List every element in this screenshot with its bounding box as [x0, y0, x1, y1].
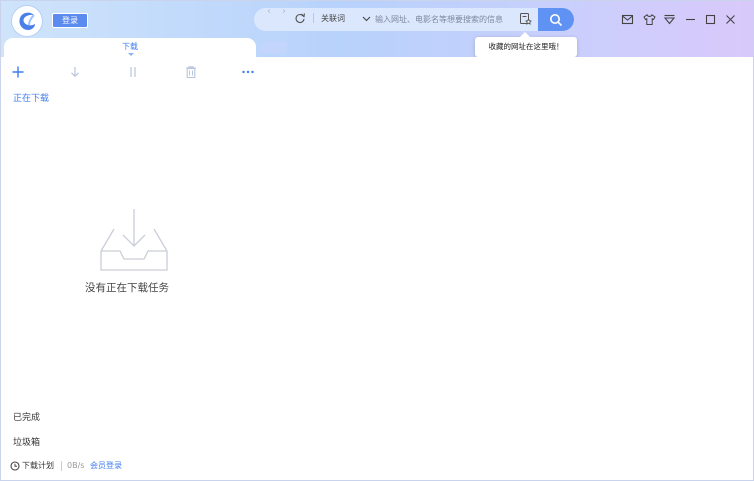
empty-message: 没有正在下载任务 — [85, 282, 169, 294]
address-divider — [313, 13, 314, 23]
maximize-icon[interactable] — [704, 13, 717, 26]
sidebar-item-completed[interactable]: 已完成 — [13, 410, 40, 423]
forward-icon[interactable]: › — [279, 6, 289, 18]
tab-indicator — [128, 53, 134, 56]
mail-icon[interactable] — [621, 13, 634, 26]
download-plan-link[interactable]: 下载计划 — [22, 460, 54, 472]
favorites-icon[interactable] — [519, 12, 532, 25]
download-speed: 0B/s — [67, 461, 85, 470]
refresh-icon[interactable] — [294, 12, 306, 24]
login-button[interactable]: 登录 — [52, 13, 88, 28]
empty-tray-icon — [100, 209, 168, 271]
keyword-type-select[interactable]: 关联词 — [321, 13, 345, 25]
title-bar: 登录 ‹ › 关联词 输入网址、电影名等想要搜索的信息 下载 — [1, 1, 753, 58]
sidebar-item-downloading[interactable]: 正在下载 — [13, 91, 49, 104]
search-button[interactable] — [538, 8, 574, 31]
chevron-down-icon[interactable] — [362, 14, 371, 23]
delete-icon[interactable] — [183, 64, 199, 80]
sidebar-item-trash[interactable]: 垃圾箱 — [13, 435, 40, 448]
search-input[interactable] — [375, 12, 515, 26]
add-icon[interactable] — [10, 64, 26, 80]
tab-download-label: 下载 — [122, 42, 138, 51]
menu-icon[interactable] — [663, 13, 676, 26]
app-logo-icon[interactable] — [12, 6, 42, 36]
new-tab-button[interactable] — [259, 41, 289, 53]
favorites-tooltip: 收藏的网址在这里哦！ — [475, 32, 577, 57]
shirt-icon[interactable] — [643, 13, 656, 26]
download-arrow-icon[interactable] — [67, 64, 83, 80]
pause-icon[interactable] — [125, 64, 141, 80]
minimize-icon[interactable] — [684, 13, 697, 26]
clock-icon — [10, 461, 20, 471]
status-divider — [61, 461, 62, 471]
back-icon[interactable]: ‹ — [264, 6, 274, 18]
app-window: 登录 ‹ › 关联词 输入网址、电影名等想要搜索的信息 下载 收藏的网址在这里哦… — [0, 0, 754, 481]
close-icon[interactable] — [724, 13, 737, 26]
vip-login-link[interactable]: 会员登录 — [90, 460, 122, 472]
more-icon[interactable] — [240, 64, 256, 80]
search-icon — [550, 14, 563, 27]
